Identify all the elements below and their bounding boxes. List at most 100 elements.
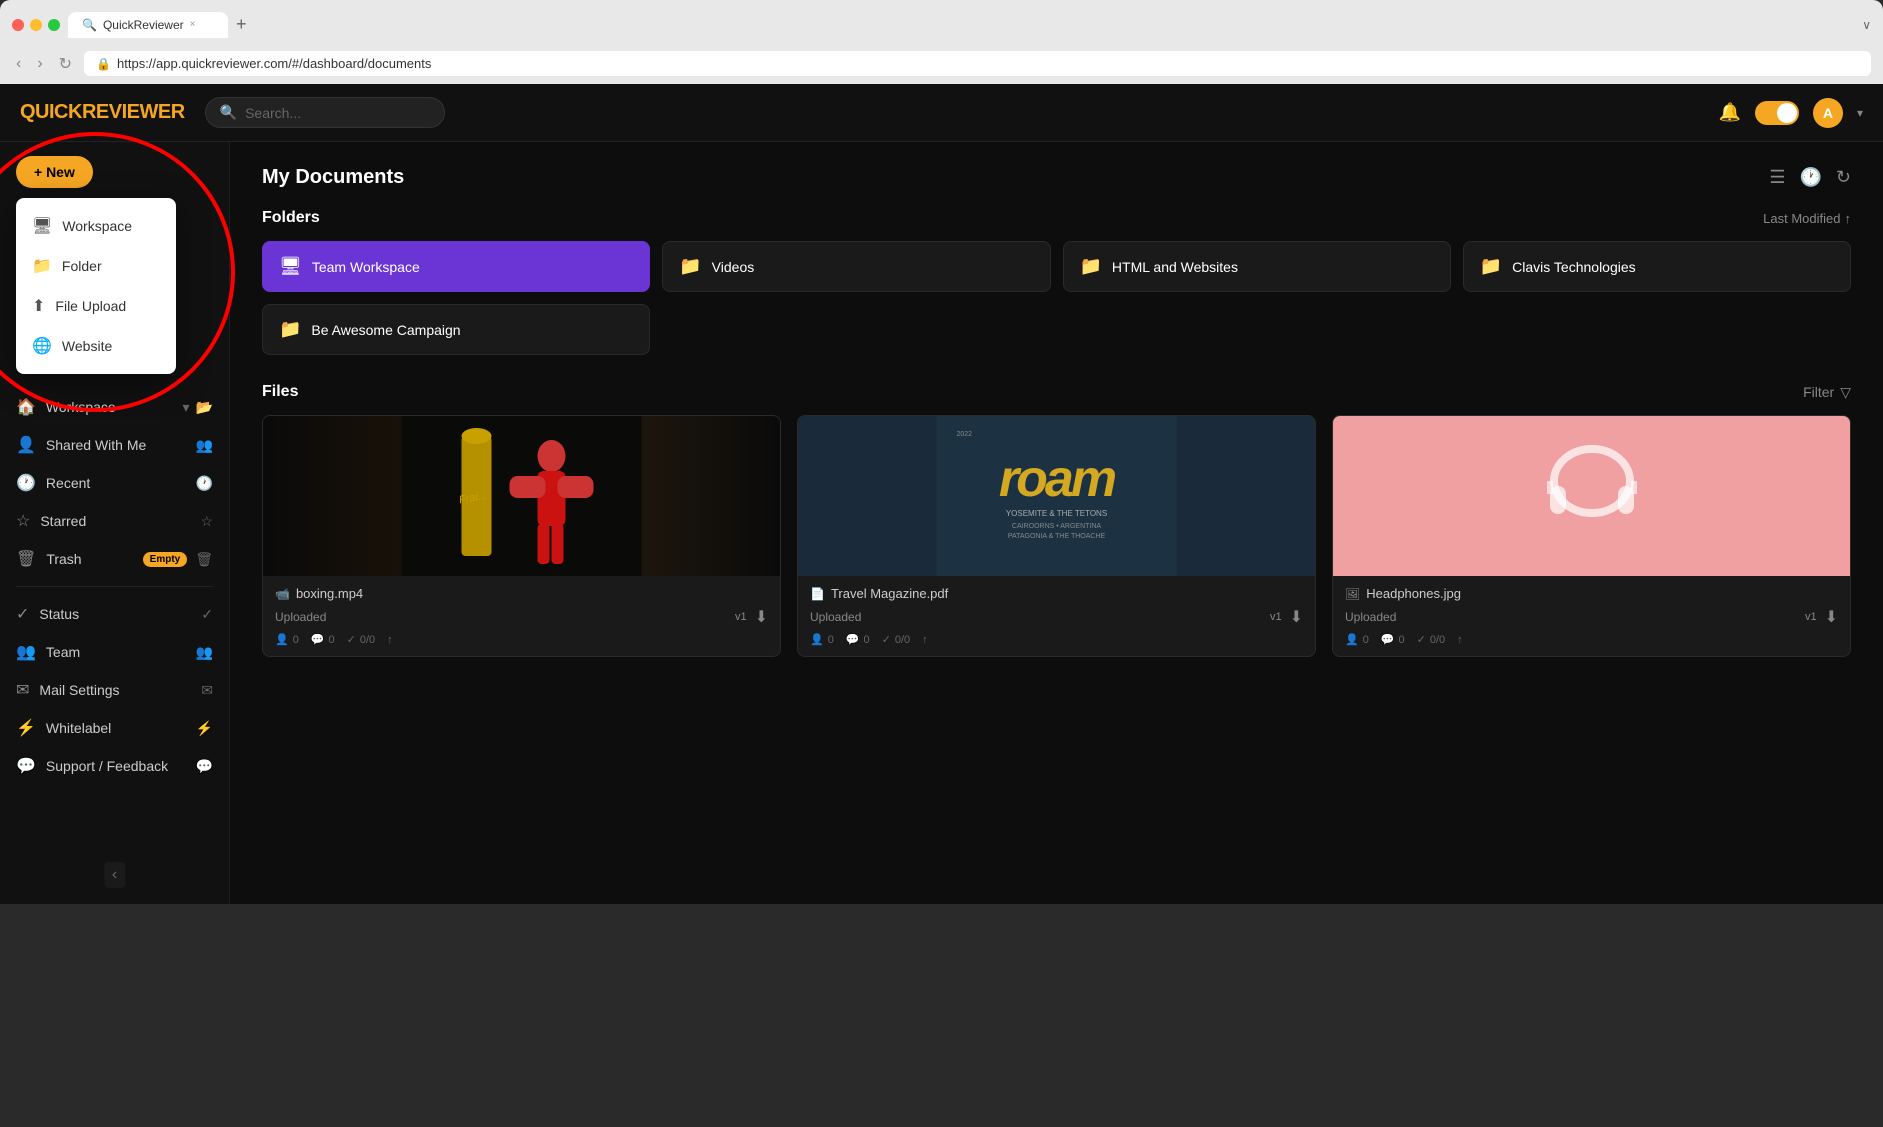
approval-icon: ✓ [347, 633, 356, 646]
panel-header: My Documents ☰ 🕐 ↻ [262, 166, 1851, 189]
sort-control[interactable]: Last Modified ↑ [1763, 211, 1851, 226]
workspace-sidebar-icon: 🏠 [16, 397, 36, 417]
travel-approvals: ✓ 0/0 [882, 633, 911, 646]
toggle-switch[interactable] [1755, 101, 1799, 125]
comment-icon: 💬 [311, 633, 325, 646]
refresh-icon[interactable]: ↻ [1836, 167, 1851, 188]
travel-version: v1 [1270, 611, 1282, 623]
team-label: Team [46, 644, 80, 660]
trash-empty-badge: Empty [143, 552, 188, 567]
folder-awesome-icon: 📁 [279, 319, 301, 340]
whitelabel-icon: ⚡ [16, 718, 36, 738]
traffic-light-yellow[interactable] [30, 19, 42, 31]
nav-back-button[interactable]: ‹ [12, 53, 25, 75]
workspace-folder-icon[interactable]: 📂 [196, 399, 213, 416]
search-placeholder: Search... [245, 105, 301, 121]
pdf-type-icon: 📄 [810, 587, 825, 601]
workspace-label: Workspace [46, 399, 116, 415]
sidebar-item-team[interactable]: 👥 Team 👥 [0, 633, 229, 671]
headphones-share-icon[interactable]: ↑ [1457, 634, 1463, 646]
boxing-filename: boxing.mp4 [296, 586, 363, 601]
starred-icon: ☆ [16, 511, 30, 531]
image-type-icon: 🖼 [1345, 587, 1360, 601]
headphones-download-icon[interactable]: ⬇ [1825, 607, 1838, 627]
status-label: Status [39, 606, 79, 622]
logo-part1: QUICK [20, 101, 82, 123]
comment-icon3: 💬 [1381, 633, 1395, 646]
sidebar-item-support[interactable]: 💬 Support / Feedback 💬 [0, 747, 229, 785]
sidebar-item-recent[interactable]: 🕐 Recent 🕐 [0, 464, 229, 502]
list-view-icon[interactable]: ☰ [1769, 167, 1785, 188]
folder-be-awesome[interactable]: 📁 Be Awesome Campaign [262, 304, 650, 355]
files-title: Files [262, 383, 298, 401]
svg-text:2022: 2022 [957, 431, 973, 438]
travel-status: Uploaded [810, 610, 861, 624]
boxing-share-icon[interactable]: ↑ [387, 634, 393, 646]
travel-download-icon[interactable]: ⬇ [1290, 607, 1303, 627]
dropdown-website-label: Website [62, 338, 112, 354]
filter-button[interactable]: Filter ▽ [1803, 384, 1851, 401]
file-card-boxing[interactable]: Frai... 📹 boxing.m [262, 415, 781, 657]
new-button[interactable]: + New [16, 156, 93, 188]
headphones-comments: 💬 0 [1381, 633, 1405, 646]
reviewer-icon: 👤 [275, 633, 289, 646]
dropdown-item-file-upload[interactable]: ⬆ File Upload [16, 286, 176, 326]
dropdown-menu: 🖥 Workspace 📁 Folder ⬆ File Upload 🌐 Web… [16, 198, 176, 374]
notification-icon[interactable]: 🔔 [1719, 102, 1741, 123]
travel-reviewers: 👤 0 [810, 633, 834, 646]
approval-icon2: ✓ [882, 633, 891, 646]
mail-icon-right: ✉ [201, 682, 213, 699]
svg-text:roam: roam [999, 450, 1116, 508]
reviewer-icon2: 👤 [810, 633, 824, 646]
sidebar-item-status[interactable]: ✓ Status ✓ [0, 595, 229, 633]
boxing-comments: 💬 0 [311, 633, 335, 646]
nav-refresh-button[interactable]: ↻ [55, 52, 76, 76]
shared-with-me-label: Shared With Me [46, 437, 146, 453]
workspace-chevron-icon[interactable]: ▾ [183, 399, 190, 416]
comment-icon2: 💬 [846, 633, 860, 646]
traffic-light-red[interactable] [12, 19, 24, 31]
file-card-travel[interactable]: roam YOSEMITE & THE TETONS CAIROORNS • A… [797, 415, 1316, 657]
folder-monitor-icon: 🖥 [279, 256, 302, 277]
tab-favicon: 🔍 [82, 18, 97, 32]
sidebar-item-trash[interactable]: 🗑 Trash Empty 🗑 [0, 540, 229, 578]
new-tab-button[interactable]: + [232, 10, 251, 39]
svg-text:PATAGONIA & THE THOACHE: PATAGONIA & THE THOACHE [1008, 533, 1106, 540]
sort-label-text: Last Modified [1763, 211, 1840, 226]
approval-icon3: ✓ [1417, 633, 1426, 646]
search-bar[interactable]: 🔍 Search... [205, 97, 445, 128]
traffic-light-green[interactable] [48, 19, 60, 31]
address-bar[interactable]: 🔒 https://app.quickreviewer.com/#/dashbo… [84, 51, 1871, 76]
folder-html-websites[interactable]: 📁 HTML and Websites [1063, 241, 1451, 292]
travel-share-icon[interactable]: ↑ [922, 634, 928, 646]
sidebar-item-starred[interactable]: ☆ Starred ☆ [0, 502, 229, 540]
dropdown-item-workspace[interactable]: 🖥 Workspace [16, 206, 176, 246]
browser-tab[interactable]: 🔍 QuickReviewer × [68, 12, 228, 38]
tab-close-button[interactable]: × [190, 19, 196, 30]
starred-label: Starred [40, 513, 86, 529]
avatar-caret-icon[interactable]: ▾ [1857, 106, 1863, 120]
sidebar-item-mail-settings[interactable]: ✉ Mail Settings ✉ [0, 671, 229, 709]
boxing-download-icon[interactable]: ⬇ [755, 607, 768, 627]
dropdown-item-folder[interactable]: 📁 Folder [16, 246, 176, 286]
headphones-status: Uploaded [1345, 610, 1396, 624]
dropdown-item-website[interactable]: 🌐 Website [16, 326, 176, 366]
sidebar-item-whitelabel[interactable]: ⚡ Whitelabel ⚡ [0, 709, 229, 747]
sort-icon: ↑ [1845, 211, 1852, 226]
clock-icon[interactable]: 🕐 [1799, 167, 1821, 188]
url-text: https://app.quickreviewer.com/#/dashboar… [117, 56, 431, 71]
sidebar-item-workspace[interactable]: 🏠 Workspace ▾ 📂 [0, 388, 229, 426]
sidebar-collapse-button[interactable]: ‹ [104, 862, 125, 888]
folder-clavis[interactable]: 📁 Clavis Technologies [1463, 241, 1851, 292]
svg-text:YOSEMITE & THE TETONS: YOSEMITE & THE TETONS [1006, 509, 1107, 518]
headphones-thumbnail [1333, 416, 1850, 576]
sidebar-item-shared-with-me[interactable]: 👤 Shared With Me 👥 [0, 426, 229, 464]
tab-end-control[interactable]: ∨ [1862, 18, 1871, 32]
tab-title: QuickReviewer [103, 18, 184, 32]
file-card-headphones[interactable]: 🖼 Headphones.jpg Uploaded v1 ⬇ [1332, 415, 1851, 657]
folder-videos[interactable]: 📁 Videos [662, 241, 1050, 292]
avatar[interactable]: A [1813, 98, 1843, 128]
filter-icon: ▽ [1840, 384, 1851, 401]
folder-team-workspace[interactable]: 🖥 Team Workspace [262, 241, 650, 292]
nav-forward-button[interactable]: › [33, 53, 46, 75]
